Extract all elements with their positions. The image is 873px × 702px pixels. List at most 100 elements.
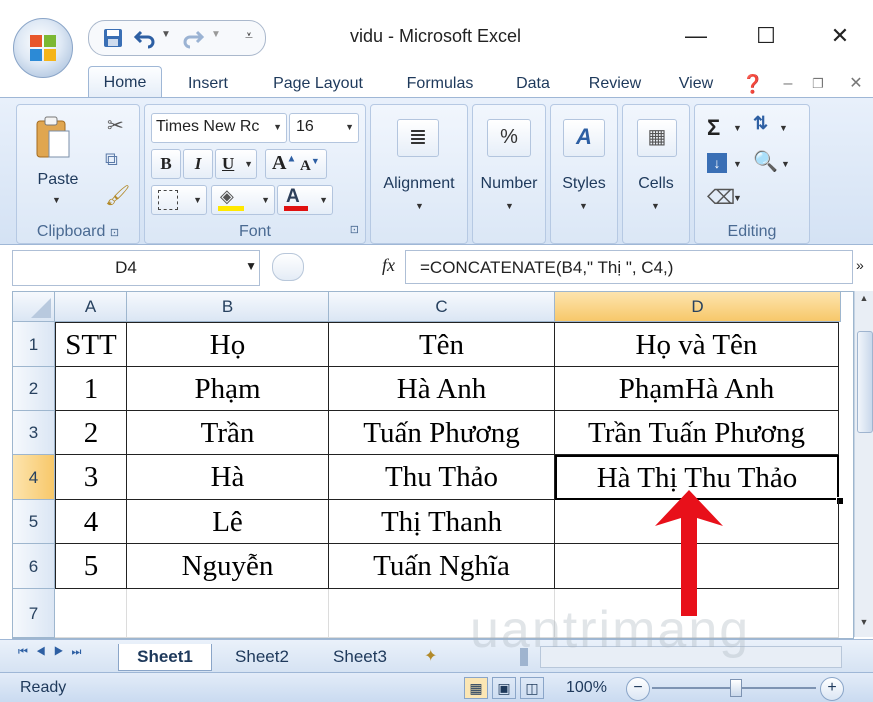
page-break-view-icon[interactable]: ◫ [520, 677, 544, 699]
minimize-button[interactable]: — [676, 18, 716, 54]
grow-font-icon[interactable]: A▲ [272, 152, 296, 175]
cell-c3[interactable]: Tuấn Phương [329, 411, 555, 455]
dialog-launcher-icon[interactable]: ⊡ [110, 227, 119, 239]
alignment-dropdown-icon[interactable]: ▼ [415, 201, 424, 211]
cell-a1[interactable]: STT [55, 322, 127, 367]
cell-d2[interactable]: PhạmHà Anh [555, 367, 839, 411]
normal-view-icon[interactable]: ▦ [464, 677, 488, 699]
font-name-select[interactable]: Times New Rc ▼ [151, 113, 287, 143]
tab-data[interactable]: Data [508, 71, 558, 97]
tab-review[interactable]: Review [580, 71, 650, 97]
number-dropdown-icon[interactable]: ▼ [505, 201, 514, 211]
sheet-tab-sheet1[interactable]: Sheet1 [118, 644, 212, 671]
zoom-out-button[interactable]: − [626, 677, 650, 701]
undo-icon[interactable] [133, 26, 157, 50]
redo-dropdown-icon[interactable]: ▼ [211, 29, 221, 40]
cell-b4[interactable]: Hà [127, 455, 329, 500]
help-icon[interactable]: ❓ [740, 71, 766, 97]
cell-a3[interactable]: 2 [55, 411, 127, 455]
cells-dropdown-icon[interactable]: ▼ [651, 201, 660, 211]
sort-filter-dropdown-icon[interactable]: ▼ [779, 123, 788, 133]
cell-b7[interactable] [127, 589, 329, 638]
vertical-scrollbar[interactable]: ▲ ▼ [854, 291, 873, 637]
formula-input[interactable]: =CONCATENATE(B4," Thị ", C4,) [405, 250, 853, 284]
find-select-icon[interactable]: 🔍 [753, 149, 778, 174]
font-name-dropdown-icon[interactable]: ▼ [273, 122, 282, 132]
styles-dropdown-icon[interactable]: ▼ [579, 201, 588, 211]
ribbon-close-icon[interactable]: ✕ [846, 71, 866, 97]
autosum-icon[interactable]: Σ [707, 115, 720, 141]
redo-icon[interactable] [181, 26, 205, 50]
save-icon[interactable] [101, 26, 125, 50]
paste-dropdown-icon[interactable]: ▼ [52, 195, 61, 205]
insert-function-icon[interactable]: fx [382, 255, 395, 276]
maximize-button[interactable]: ☐ [746, 18, 786, 54]
tab-view[interactable]: View [672, 71, 720, 97]
tab-page-layout[interactable]: Page Layout [262, 71, 374, 97]
cell-a2[interactable]: 1 [55, 367, 127, 411]
cell-b2[interactable]: Phạm [127, 367, 329, 411]
paste-icon[interactable] [35, 115, 71, 161]
cells-group[interactable]: ▦ Cells ▼ [622, 104, 690, 244]
cell-c1[interactable]: Tên [329, 322, 555, 367]
customize-qat-icon[interactable]: ⩡ [245, 27, 253, 44]
paste-label[interactable]: Paste [23, 171, 93, 189]
row-header-3[interactable]: 3 [13, 411, 55, 455]
styles-group[interactable]: A Styles ▼ [550, 104, 618, 244]
cell-b6[interactable]: Nguyễn [127, 544, 329, 589]
underline-button[interactable]: U ▼ [215, 149, 257, 179]
row-header-6[interactable]: 6 [13, 544, 55, 589]
cell-c2[interactable]: Hà Anh [329, 367, 555, 411]
formula-bar-splitter[interactable] [272, 253, 304, 281]
italic-button[interactable]: I [183, 149, 213, 179]
fill-color-button[interactable]: ◈ ▼ [211, 185, 275, 215]
name-box-dropdown-icon[interactable]: ▼ [245, 259, 257, 273]
tab-formulas[interactable]: Formulas [396, 71, 484, 97]
row-header-2[interactable]: 2 [13, 367, 55, 411]
select-all-corner[interactable] [13, 292, 55, 322]
fill-icon[interactable]: ↓ [707, 153, 727, 173]
fill-dropdown-icon[interactable]: ▼ [733, 159, 742, 169]
autosum-dropdown-icon[interactable]: ▼ [733, 123, 742, 133]
name-box[interactable]: D4 ▼ [12, 250, 260, 286]
cell-a4[interactable]: 3 [55, 455, 127, 500]
borders-dropdown-icon[interactable]: ▼ [193, 195, 202, 205]
undo-dropdown-icon[interactable]: ▼ [161, 29, 171, 40]
font-color-dropdown-icon[interactable]: ▼ [319, 195, 328, 205]
row-header-4[interactable]: 4 [13, 455, 55, 500]
cell-d3[interactable]: Trần Tuấn Phương [555, 411, 839, 455]
font-size-dropdown-icon[interactable]: ▼ [345, 122, 354, 132]
fill-color-dropdown-icon[interactable]: ▼ [261, 195, 270, 205]
tab-insert[interactable]: Insert [176, 71, 240, 97]
column-header-b[interactable]: B [127, 292, 329, 322]
cell-b1[interactable]: Họ [127, 322, 329, 367]
cell-c5[interactable]: Thị Thanh [329, 500, 555, 544]
font-color-button[interactable]: A ▼ [277, 185, 333, 215]
vertical-scroll-thumb[interactable] [857, 331, 873, 433]
ribbon-restore-icon[interactable]: ❐ [808, 71, 828, 97]
column-header-a[interactable]: A [55, 292, 127, 322]
row-header-7[interactable]: 7 [13, 589, 55, 638]
clear-dropdown-icon[interactable]: ▼ [733, 193, 742, 203]
cell-b5[interactable]: Lê [127, 500, 329, 544]
underline-dropdown-icon[interactable]: ▼ [244, 159, 253, 169]
cell-a6[interactable]: 5 [55, 544, 127, 589]
scroll-down-icon[interactable]: ▼ [857, 617, 871, 633]
cell-a7[interactable] [55, 589, 127, 638]
format-painter-icon[interactable]: 🖌 [105, 183, 130, 208]
cut-icon[interactable]: ✂ [107, 113, 124, 138]
find-select-dropdown-icon[interactable]: ▼ [781, 159, 790, 169]
sheet-tab-sheet3[interactable]: Sheet3 [320, 644, 400, 670]
cell-a5[interactable]: 4 [55, 500, 127, 544]
sort-filter-icon[interactable]: ⇅ [753, 113, 768, 134]
font-dialog-launcher-icon[interactable]: ⊡ [350, 223, 359, 236]
column-header-d[interactable]: D [555, 292, 841, 322]
cell-d1[interactable]: Họ và Tên [555, 322, 839, 367]
office-button[interactable] [13, 18, 73, 78]
copy-icon[interactable]: ⧉ [105, 149, 118, 170]
sheet-navigation-icons[interactable]: ⏮◀▶⏭ [18, 646, 89, 659]
expand-formula-icon[interactable]: » [856, 257, 864, 273]
tab-home[interactable]: Home [88, 66, 162, 99]
zoom-slider-thumb[interactable] [730, 679, 742, 697]
clear-icon[interactable]: ⌫ [707, 185, 735, 210]
